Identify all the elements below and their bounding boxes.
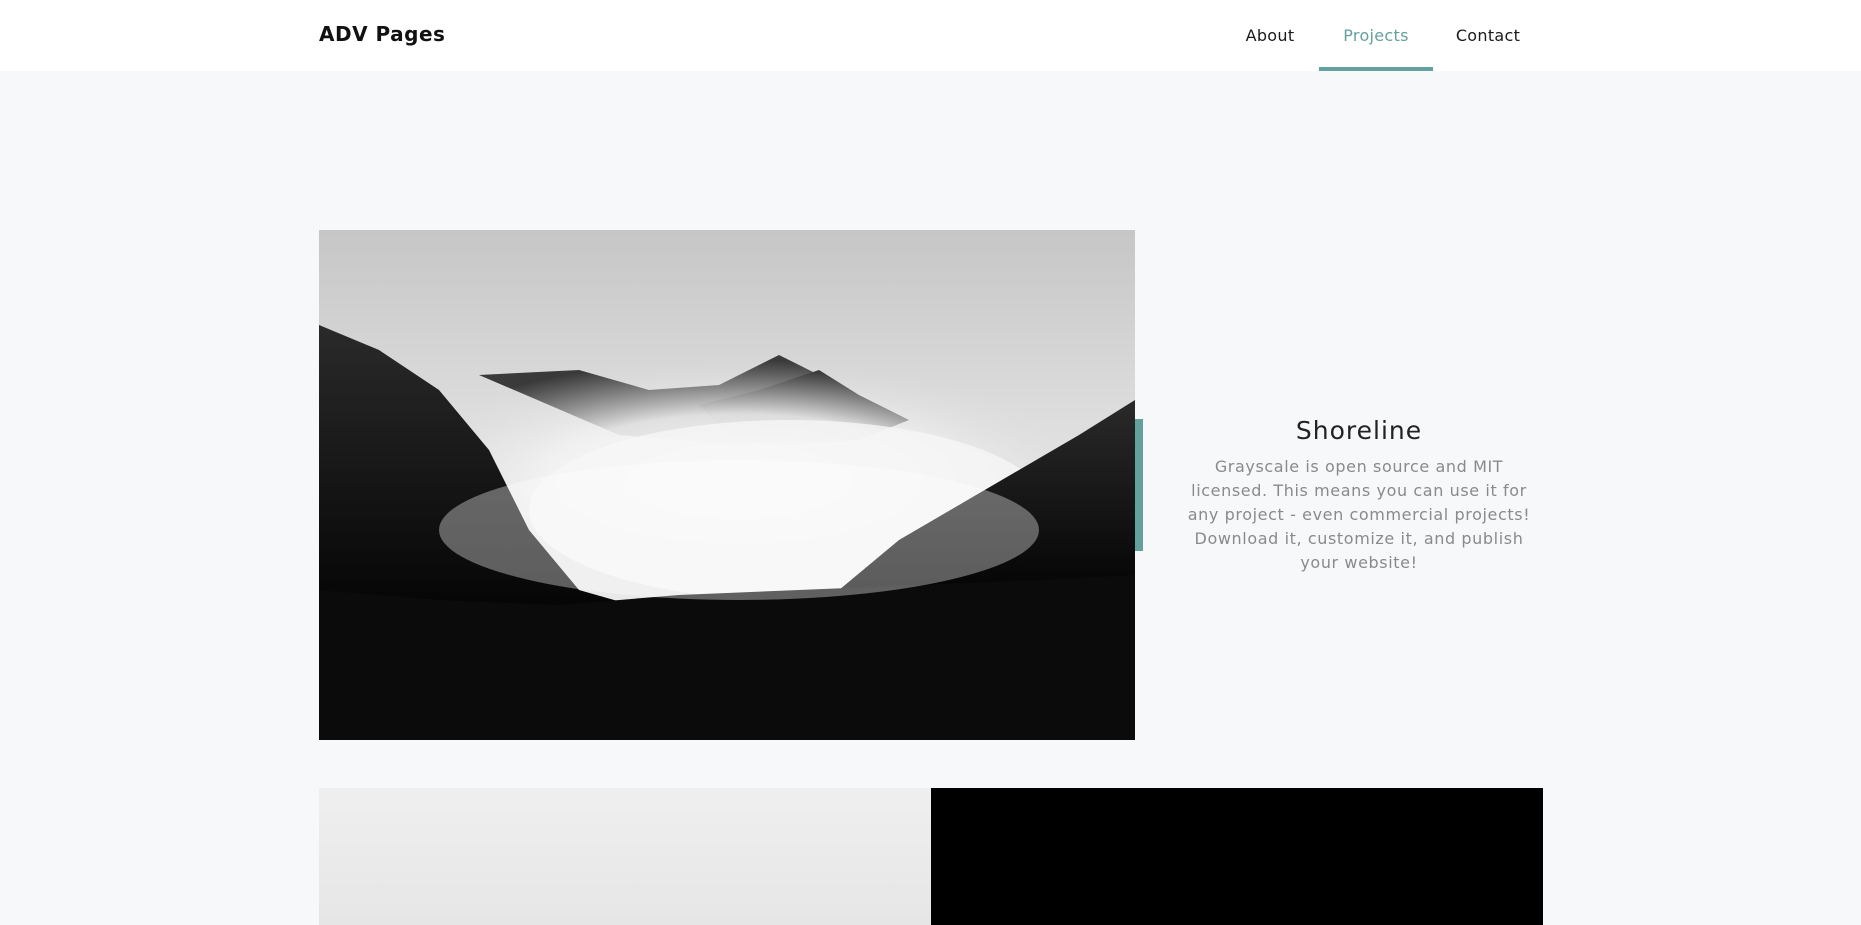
project-description: Grayscale is open source and MIT license…	[1187, 457, 1531, 572]
nav-link-projects[interactable]: Projects	[1319, 0, 1433, 71]
project-title: Shoreline	[1295, 416, 1423, 445]
project-accent-bar	[1135, 419, 1143, 551]
dark-photo	[931, 788, 1543, 925]
project-image	[319, 230, 1135, 740]
project-text: Shoreline Grayscale is open source and M…	[1175, 416, 1543, 575]
nav-link-contact[interactable]: Contact	[1446, 0, 1530, 71]
misty-sky-photo	[319, 788, 931, 925]
navbar: ADV Pages About Projects Contact	[0, 0, 1861, 71]
misty-mountains-photo	[319, 230, 1135, 740]
brand-logo[interactable]: ADV Pages	[319, 22, 445, 46]
nav-link-about[interactable]: About	[1232, 0, 1308, 71]
